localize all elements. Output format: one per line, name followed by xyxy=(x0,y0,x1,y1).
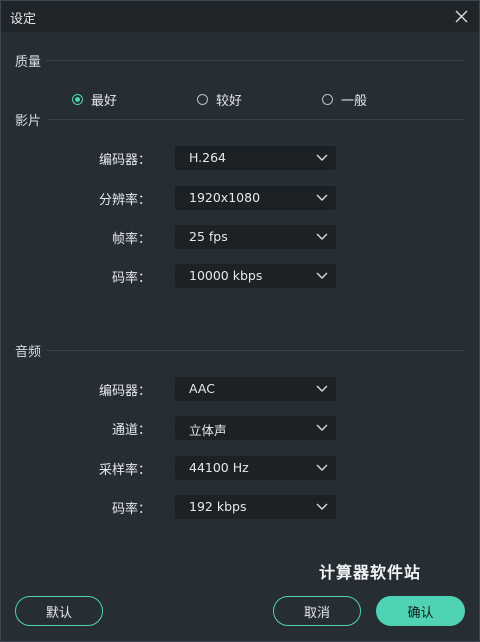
video-framerate-select[interactable]: 25 fps xyxy=(175,225,336,249)
select-value: AAC xyxy=(189,381,215,396)
select-value: 44100 Hz xyxy=(189,460,249,475)
select-value: 192 kbps xyxy=(189,499,247,514)
default-button[interactable]: 默认 xyxy=(15,596,103,626)
radio-label: 最好 xyxy=(91,94,118,109)
settings-dialog: 设定 质量 最好 较好 一般 影片 编码器： H.264 分辨率： 1920x1… xyxy=(0,0,480,642)
audio-bitrate-row: 码率： 192 kbps xyxy=(1,495,479,519)
radio-icon xyxy=(72,94,83,105)
chevron-down-icon xyxy=(316,424,328,431)
chevron-down-icon xyxy=(316,154,328,161)
chevron-down-icon xyxy=(316,503,328,510)
audio-samplerate-row: 采样率： 44100 Hz xyxy=(1,456,479,480)
video-resolution-select[interactable]: 1920x1080 xyxy=(175,186,336,210)
video-resolution-label: 分辨率： xyxy=(98,193,151,208)
video-encoder-row: 编码器： H.264 xyxy=(1,146,479,170)
divider xyxy=(47,350,465,351)
radio-label: 较好 xyxy=(216,94,243,109)
section-title-quality: 质量 xyxy=(15,55,42,70)
video-encoder-select[interactable]: H.264 xyxy=(175,146,336,170)
chevron-down-icon xyxy=(316,272,328,279)
video-bitrate-select[interactable]: 10000 kbps xyxy=(175,264,336,288)
radio-icon xyxy=(197,94,208,105)
audio-encoder-label: 编码器： xyxy=(98,384,151,399)
divider xyxy=(47,119,465,120)
chevron-down-icon xyxy=(316,194,328,201)
watermark-text: 计算器软件站 xyxy=(319,563,422,582)
audio-samplerate-select[interactable]: 44100 Hz xyxy=(175,456,336,480)
audio-bitrate-label: 码率： xyxy=(111,502,151,517)
audio-encoder-row: 编码器： AAC xyxy=(1,377,479,401)
radio-quality-normal[interactable]: 一般 xyxy=(322,90,367,109)
chevron-down-icon xyxy=(316,385,328,392)
cancel-button[interactable]: 取消 xyxy=(273,596,361,626)
radio-label: 一般 xyxy=(341,94,368,109)
close-button[interactable] xyxy=(451,6,471,26)
video-bitrate-label: 码率： xyxy=(111,271,151,286)
select-value: 立体声 xyxy=(189,423,227,438)
video-bitrate-row: 码率： 10000 kbps xyxy=(1,264,479,288)
audio-encoder-select[interactable]: AAC xyxy=(175,377,336,401)
video-framerate-label: 帧率： xyxy=(111,232,151,247)
title-bar: 设定 xyxy=(1,1,479,32)
chevron-down-icon xyxy=(316,233,328,240)
dialog-title: 设定 xyxy=(10,12,37,27)
video-resolution-row: 分辨率： 1920x1080 xyxy=(1,186,479,210)
audio-bitrate-select[interactable]: 192 kbps xyxy=(175,495,336,519)
audio-samplerate-label: 采样率： xyxy=(98,463,151,478)
audio-channel-label: 通道： xyxy=(111,423,151,438)
section-title-video: 影片 xyxy=(15,114,42,129)
audio-channel-select[interactable]: 立体声 xyxy=(175,416,336,440)
video-framerate-row: 帧率： 25 fps xyxy=(1,225,479,249)
section-title-audio: 音频 xyxy=(15,345,42,360)
close-icon xyxy=(455,10,467,22)
audio-channel-row: 通道： 立体声 xyxy=(1,416,479,440)
select-value: 1920x1080 xyxy=(189,190,261,205)
select-value: H.264 xyxy=(189,150,227,165)
confirm-button[interactable]: 确认 xyxy=(376,596,465,626)
radio-quality-good[interactable]: 较好 xyxy=(197,90,242,109)
chevron-down-icon xyxy=(316,464,328,471)
select-value: 10000 kbps xyxy=(189,268,263,283)
select-value: 25 fps xyxy=(189,229,228,244)
video-encoder-label: 编码器： xyxy=(98,153,151,168)
divider xyxy=(47,60,465,61)
radio-quality-best[interactable]: 最好 xyxy=(72,90,117,109)
radio-icon xyxy=(322,94,333,105)
